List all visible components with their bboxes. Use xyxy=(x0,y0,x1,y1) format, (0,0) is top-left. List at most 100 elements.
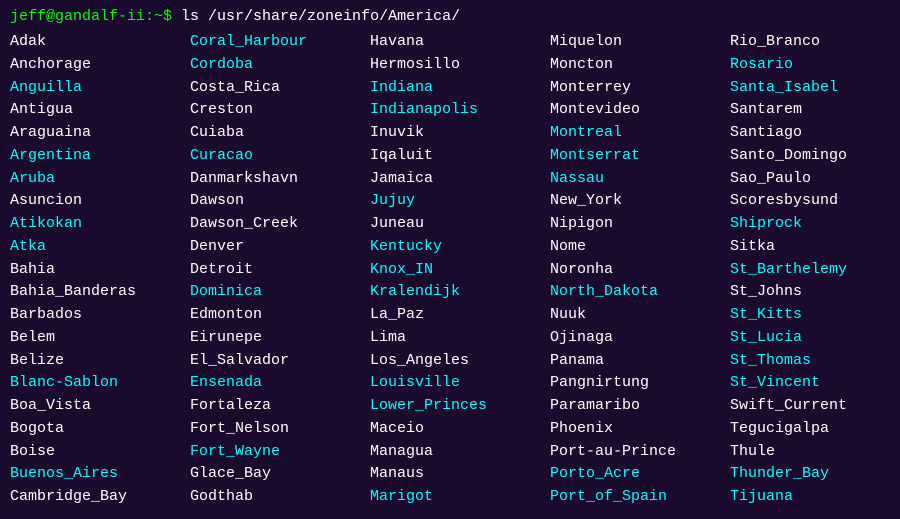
list-item: Belem xyxy=(10,327,190,349)
list-item: Anchorage xyxy=(10,54,190,76)
list-item: Argentina xyxy=(10,145,190,167)
list-item: Danmarkshavn xyxy=(190,168,370,190)
list-item: Tegucigalpa xyxy=(730,418,900,440)
list-item: Fort_Wayne xyxy=(190,441,370,463)
file-listing: AdakCoral_HarbourHavanaMiquelonRio_Branc… xyxy=(10,31,890,508)
list-item: Cuiaba xyxy=(190,122,370,144)
list-item: Ojinaga xyxy=(550,327,730,349)
list-item: Knox_IN xyxy=(370,259,550,281)
list-item: Glace_Bay xyxy=(190,463,370,485)
list-item: Port_of_Spain xyxy=(550,486,730,508)
list-item: North_Dakota xyxy=(550,281,730,303)
list-item: Bahia_Banderas xyxy=(10,281,190,303)
list-item: Nassau xyxy=(550,168,730,190)
list-item: Hermosillo xyxy=(370,54,550,76)
list-item: Lima xyxy=(370,327,550,349)
list-item: Indiana xyxy=(370,77,550,99)
list-item: St_Lucia xyxy=(730,327,900,349)
list-item: Sao_Paulo xyxy=(730,168,900,190)
list-item: Santo_Domingo xyxy=(730,145,900,167)
list-item: Denver xyxy=(190,236,370,258)
list-item: Anguilla xyxy=(10,77,190,99)
list-item: Port-au-Prince xyxy=(550,441,730,463)
list-item: Boa_Vista xyxy=(10,395,190,417)
list-item: Cambridge_Bay xyxy=(10,486,190,508)
list-item: Phoenix xyxy=(550,418,730,440)
list-item: Godthab xyxy=(190,486,370,508)
list-item: Coral_Harbour xyxy=(190,31,370,53)
list-item: Moncton xyxy=(550,54,730,76)
list-item: Araguaina xyxy=(10,122,190,144)
list-item: Eirunepe xyxy=(190,327,370,349)
list-item: Tijuana xyxy=(730,486,900,508)
prompt-line: jeff@gandalf-ii:~$ ls /usr/share/zoneinf… xyxy=(10,8,890,25)
list-item: Monterrey xyxy=(550,77,730,99)
list-item: Paramaribo xyxy=(550,395,730,417)
list-item: Montevideo xyxy=(550,99,730,121)
list-item: Indianapolis xyxy=(370,99,550,121)
list-item: Nome xyxy=(550,236,730,258)
list-item: St_Vincent xyxy=(730,372,900,394)
list-item: Thule xyxy=(730,441,900,463)
list-item: Atikokan xyxy=(10,213,190,235)
list-item: Juneau xyxy=(370,213,550,235)
list-item: Inuvik xyxy=(370,122,550,144)
list-item: Marigot xyxy=(370,486,550,508)
prompt-user: jeff@gandalf-ii:~$ xyxy=(10,8,172,25)
terminal-window: jeff@gandalf-ii:~$ ls /usr/share/zoneinf… xyxy=(10,8,890,508)
list-item: Santiago xyxy=(730,122,900,144)
list-item: Maceio xyxy=(370,418,550,440)
list-item: Creston xyxy=(190,99,370,121)
list-item: Barbados xyxy=(10,304,190,326)
list-item: Costa_Rica xyxy=(190,77,370,99)
list-item: Blanc-Sablon xyxy=(10,372,190,394)
list-item: Lower_Princes xyxy=(370,395,550,417)
list-item: Pangnirtung xyxy=(550,372,730,394)
list-item: Sitka xyxy=(730,236,900,258)
list-item: Montserrat xyxy=(550,145,730,167)
list-item: Rio_Branco xyxy=(730,31,900,53)
list-item: Detroit xyxy=(190,259,370,281)
list-item: Louisville xyxy=(370,372,550,394)
list-item: Boise xyxy=(10,441,190,463)
list-item: Manaus xyxy=(370,463,550,485)
list-item: El_Salvador xyxy=(190,350,370,372)
list-item: Buenos_Aires xyxy=(10,463,190,485)
list-item: Thunder_Bay xyxy=(730,463,900,485)
list-item: Asuncion xyxy=(10,190,190,212)
list-item: Noronha xyxy=(550,259,730,281)
list-item: Rosario xyxy=(730,54,900,76)
list-item: Ensenada xyxy=(190,372,370,394)
list-item: Kralendijk xyxy=(370,281,550,303)
prompt-command: ls /usr/share/zoneinfo/America/ xyxy=(172,8,460,25)
list-item: Bahia xyxy=(10,259,190,281)
list-item: Montreal xyxy=(550,122,730,144)
list-item: Aruba xyxy=(10,168,190,190)
list-item: Iqaluit xyxy=(370,145,550,167)
list-item: Belize xyxy=(10,350,190,372)
list-item: Miquelon xyxy=(550,31,730,53)
list-item: Atka xyxy=(10,236,190,258)
list-item: St_Kitts xyxy=(730,304,900,326)
list-item: Havana xyxy=(370,31,550,53)
list-item: La_Paz xyxy=(370,304,550,326)
list-item: Los_Angeles xyxy=(370,350,550,372)
list-item: Cordoba xyxy=(190,54,370,76)
list-item: Dominica xyxy=(190,281,370,303)
list-item: Antigua xyxy=(10,99,190,121)
list-item: Adak xyxy=(10,31,190,53)
list-item: Curacao xyxy=(190,145,370,167)
list-item: Dawson xyxy=(190,190,370,212)
list-item: St_Thomas xyxy=(730,350,900,372)
list-item: Panama xyxy=(550,350,730,372)
list-item: Porto_Acre xyxy=(550,463,730,485)
list-item: St_Johns xyxy=(730,281,900,303)
list-item: Bogota xyxy=(10,418,190,440)
list-item: Swift_Current xyxy=(730,395,900,417)
list-item: New_York xyxy=(550,190,730,212)
list-item: St_Barthelemy xyxy=(730,259,900,281)
list-item: Scoresbysund xyxy=(730,190,900,212)
list-item: Santarem xyxy=(730,99,900,121)
list-item: Edmonton xyxy=(190,304,370,326)
list-item: Santa_Isabel xyxy=(730,77,900,99)
